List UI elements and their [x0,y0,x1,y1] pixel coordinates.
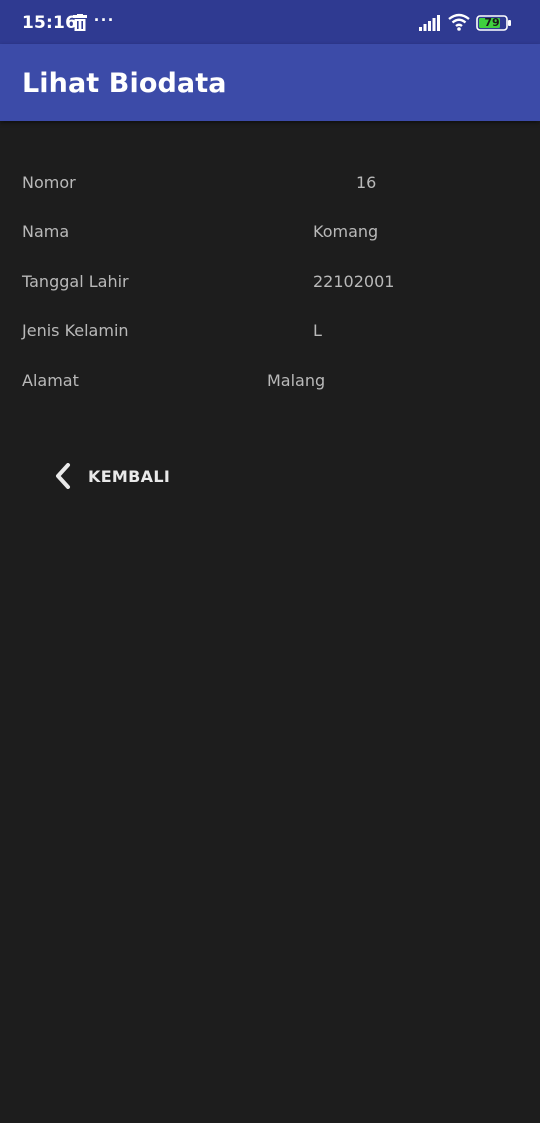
label-alamat: Alamat [22,371,79,390]
page-title: Lihat Biodata [22,68,227,99]
status-time: 15:16 [22,13,78,33]
status-bar: 15:16 ··· 79 [0,0,540,44]
value-jenis-kelamin: L [313,321,322,340]
battery-level: 79 [484,16,500,29]
signal-icon [419,15,440,31]
app-bar: Lihat Biodata [0,44,540,121]
value-nama: Komang [313,222,379,241]
back-button-label: KEMBALI [88,467,171,486]
value-tanggal-lahir: 22102001 [313,272,395,291]
back-button[interactable]: KEMBALI [45,455,175,499]
value-alamat: Malang [267,371,326,390]
label-jenis-kelamin: Jenis Kelamin [22,321,129,340]
wifi-icon [448,13,470,31]
label-nomor: Nomor [22,173,76,192]
chevron-left-icon [56,463,70,489]
value-nomor: 16 [356,173,377,192]
trash-icon [73,14,87,31]
more-notifications-icon: ··· [94,10,115,30]
label-nama: Nama [22,222,70,241]
label-tanggal-lahir: Tanggal Lahir [22,272,129,291]
